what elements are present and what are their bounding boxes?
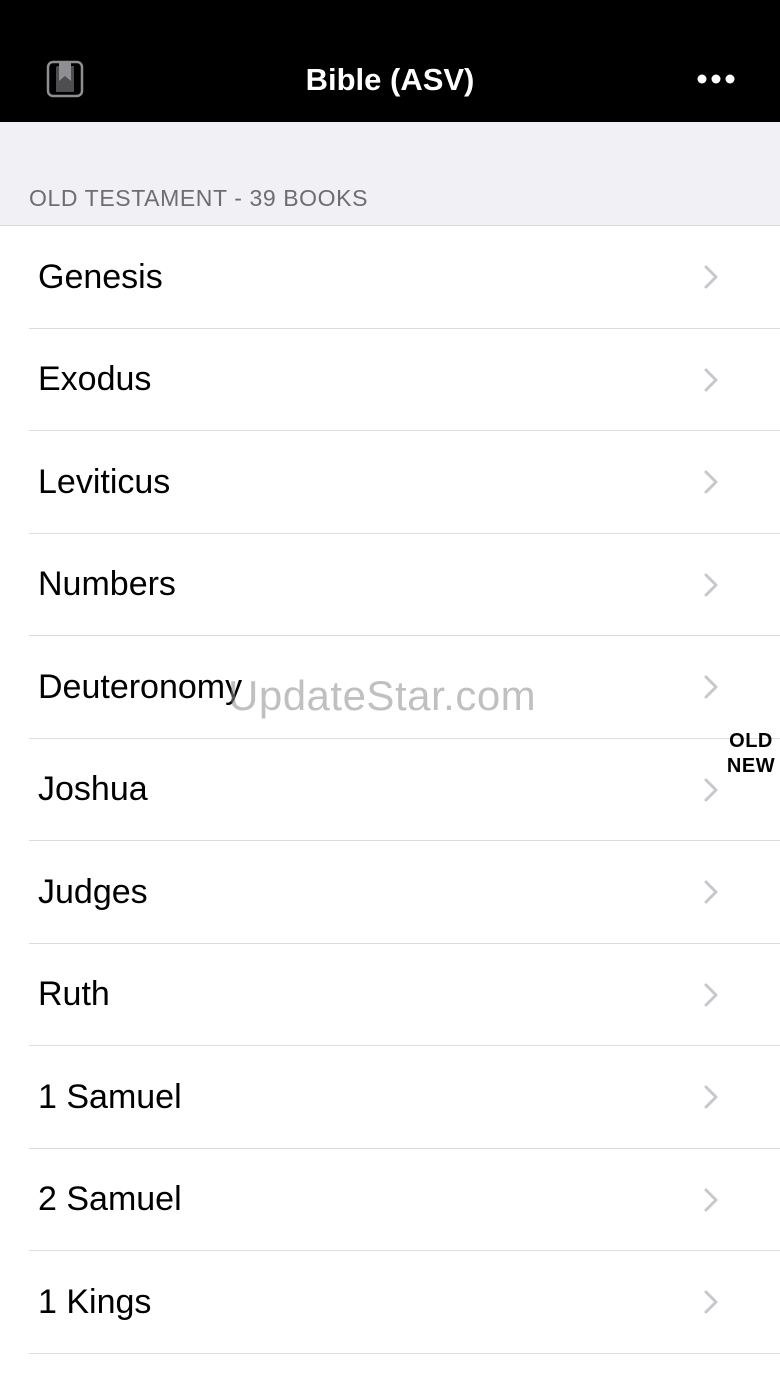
chevron-right-icon [702, 777, 720, 803]
book-name: Leviticus [38, 462, 171, 501]
book-name: Genesis [38, 257, 163, 296]
book-row[interactable]: Judges [0, 841, 780, 944]
book-name: Judges [38, 872, 148, 911]
chevron-right-icon [702, 367, 720, 393]
chevron-right-icon [702, 982, 720, 1008]
chevron-right-icon [702, 674, 720, 700]
book-row[interactable]: Deuteronomy [0, 636, 780, 739]
book-row[interactable]: 1 Kings [0, 1251, 780, 1354]
book-row[interactable]: 2 Samuel [0, 1149, 780, 1252]
chevron-right-icon [702, 879, 720, 905]
more-ellipsis-icon[interactable] [696, 64, 736, 94]
chevron-right-icon [702, 1084, 720, 1110]
book-name: Numbers [38, 565, 176, 603]
index-new[interactable]: NEW [724, 754, 778, 779]
book-row[interactable]: Joshua [0, 739, 780, 842]
book-name: 1 Kings [38, 1282, 152, 1321]
section-header: OLD TESTAMENT - 39 BOOKS [29, 185, 369, 211]
navigation-bar: Bible (ASV) [0, 0, 780, 122]
book-row[interactable]: Numbers [0, 534, 780, 637]
chevron-right-icon [702, 469, 720, 495]
book-name: Joshua [38, 770, 148, 808]
app-window: Bible (ASV) OLD TESTAMENT - 39 BOOKS Gen… [0, 0, 780, 1387]
chevron-right-icon [702, 1289, 720, 1315]
book-name: Deuteronomy [38, 667, 243, 706]
book-row[interactable]: Exodus [0, 329, 780, 432]
book-row[interactable]: Ruth [0, 944, 780, 1047]
book-name: Ruth [38, 975, 110, 1013]
book-name: 1 Samuel [38, 1077, 182, 1116]
book-list: Genesis Exodus Leviticus Numbers Deuteronomy… [0, 226, 780, 1354]
chevron-right-icon [702, 264, 720, 290]
index-old[interactable]: OLD [724, 729, 778, 754]
book-row[interactable]: Genesis [0, 226, 780, 329]
page-title: Bible (ASV) [305, 62, 475, 97]
book-row[interactable]: Leviticus [0, 431, 780, 534]
chevron-right-icon [702, 1187, 720, 1213]
section-index-bar[interactable]: OLD NEW [724, 729, 778, 779]
book-name: Exodus [38, 360, 152, 398]
book-name: 2 Samuel [38, 1180, 182, 1218]
book-row[interactable]: 1 Samuel [0, 1046, 780, 1149]
chevron-right-icon [702, 572, 720, 598]
